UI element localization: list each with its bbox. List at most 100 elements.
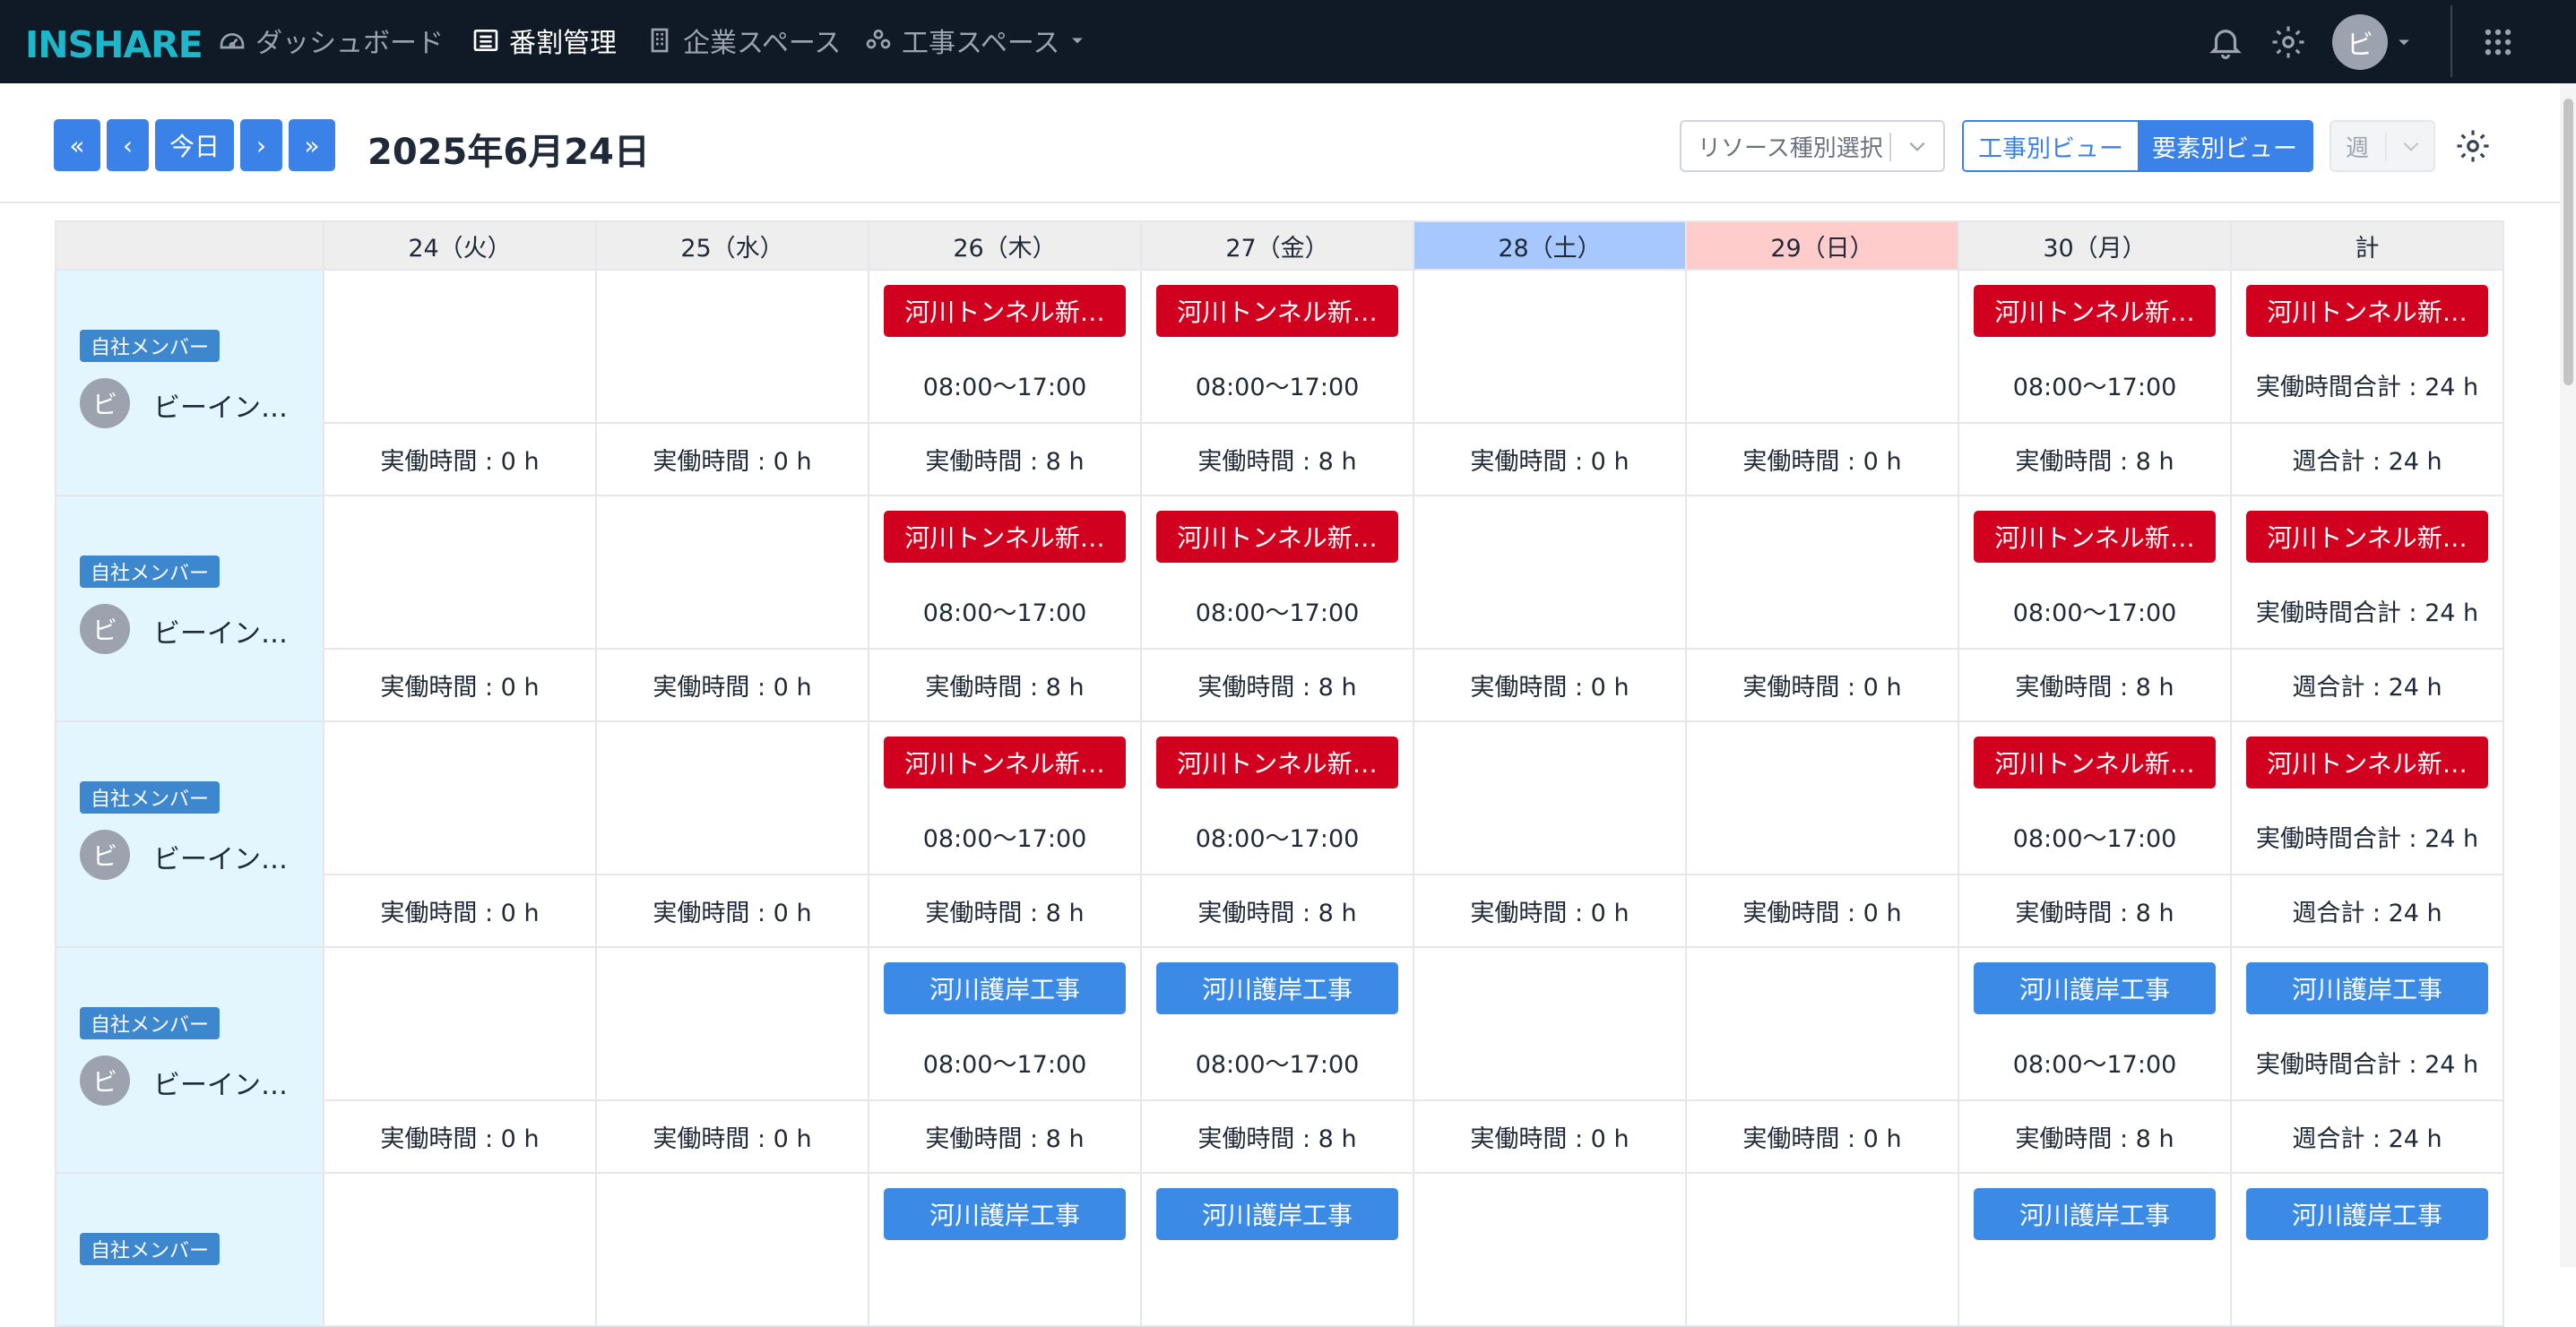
calendar-settings-button[interactable] (2454, 127, 2492, 168)
schedule-cell[interactable]: 河川護岸工事 (1140, 1172, 1414, 1327)
hours-cell: 実働時間 : 8 h (1958, 422, 2232, 496)
today-button[interactable]: 今日 (155, 119, 234, 171)
schedule-cell[interactable] (595, 495, 869, 650)
schedule-cell[interactable]: 河川護岸工事 08:00〜17:00 (868, 946, 1142, 1101)
assignment-tag[interactable]: 河川護岸工事 (884, 962, 1126, 1014)
assignment-tag[interactable]: 河川トンネル新… (2246, 737, 2488, 788)
schedule-cell[interactable]: 河川トンネル新… 08:00〜17:00 (1140, 720, 1414, 875)
member-type-badge: 自社メンバー (80, 1233, 220, 1265)
header-day: 30（月） (1958, 220, 2232, 271)
schedule-cell[interactable] (1685, 1172, 1959, 1327)
hours-cell: 実働時間 : 0 h (1413, 422, 1687, 496)
schedule-cell[interactable] (323, 946, 597, 1101)
schedule-cell[interactable]: 河川トンネル新… 08:00〜17:00 (1958, 720, 2232, 875)
hours-cell: 実働時間 : 0 h (595, 422, 869, 496)
hours-cell: 実働時間 : 0 h (1413, 648, 1687, 722)
shift-time: 08:00〜17:00 (1195, 825, 1360, 853)
assignment-tag[interactable]: 河川トンネル新… (1156, 285, 1398, 337)
schedule-cell[interactable] (595, 1172, 869, 1327)
schedule-cell[interactable]: 河川トンネル新… 08:00〜17:00 (868, 495, 1142, 650)
notification-button[interactable] (2207, 0, 2244, 83)
total-cell: 河川トンネル新… 実働時間合計 : 24 h (2230, 495, 2504, 650)
dashboard-icon (220, 33, 245, 49)
schedule-cell[interactable] (1413, 495, 1687, 650)
user-menu[interactable]: ビ (2332, 0, 2413, 83)
assignment-tag[interactable]: 河川護岸工事 (2246, 962, 2488, 1014)
schedule-cell[interactable] (1413, 720, 1687, 875)
element-view-button[interactable]: 要素別ビュー (2138, 122, 2312, 170)
total-cell: 河川護岸工事 実働時間合計 : 24 h (2230, 946, 2504, 1101)
assignment-tag[interactable]: 河川トンネル新… (884, 511, 1126, 563)
schedule-cell[interactable]: 河川トンネル新… 08:00〜17:00 (1140, 495, 1414, 650)
schedule-cell[interactable]: 河川護岸工事 (1958, 1172, 2232, 1327)
next-button[interactable]: › (240, 119, 282, 171)
assignment-tag[interactable]: 河川護岸工事 (1156, 962, 1398, 1014)
assignment-tag[interactable]: 河川トンネル新… (1974, 511, 2216, 563)
schedule-cell[interactable] (595, 269, 869, 424)
schedule-cell[interactable]: 河川トンネル新… 08:00〜17:00 (1958, 269, 2232, 424)
assignment-tag[interactable]: 河川トンネル新… (1156, 511, 1398, 563)
settings-button[interactable] (2269, 0, 2307, 83)
schedule-cell[interactable] (1413, 946, 1687, 1101)
assignment-tag[interactable]: 河川護岸工事 (1974, 962, 2216, 1014)
app-logo[interactable]: INSHARE (25, 23, 203, 66)
hours-cell: 実働時間 : 8 h (1140, 648, 1414, 722)
chevron-down-icon (2403, 142, 2419, 151)
schedule-cell[interactable] (1413, 269, 1687, 424)
schedule-cell[interactable] (323, 720, 597, 875)
schedule-cell[interactable] (1685, 720, 1959, 875)
hours-row: 実働時間 : 0 h 実働時間 : 0 h 実働時間 : 8 h 実働時間 : … (56, 1099, 2504, 1174)
schedule-cell[interactable]: 河川護岸工事 (868, 1172, 1142, 1327)
assignment-tag[interactable]: 河川護岸工事 (884, 1188, 1126, 1240)
schedule-cell[interactable] (595, 720, 869, 875)
table-row: 自社メンバー ビ ビーイン… 河川トンネル新… 08:00〜17:00 河川トンネ… (55, 269, 2504, 496)
assignment-tag[interactable]: 河川トンネル新… (1156, 737, 1398, 788)
nav-shift-management[interactable]: 番割管理 (471, 20, 617, 61)
first-page-button[interactable]: « (54, 119, 100, 171)
assignment-tag[interactable]: 河川トンネル新… (884, 737, 1126, 788)
assignment-tag[interactable]: 河川トンネル新… (1974, 285, 2216, 337)
assignment-tag[interactable]: 河川護岸工事 (2246, 1188, 2488, 1240)
schedule-cell[interactable] (1413, 1172, 1687, 1327)
vertical-scrollbar-thumb[interactable] (2563, 99, 2573, 385)
current-date: 2025年6月24日 (367, 132, 650, 173)
total-hours: 実働時間合計 : 24 h (2255, 599, 2479, 627)
member-cell[interactable]: 自社メンバー ビ ビーイン… (55, 720, 324, 948)
schedule-cell[interactable]: 河川トンネル新… 08:00〜17:00 (868, 720, 1142, 875)
schedule-cell[interactable] (595, 946, 869, 1101)
member-type-badge: 自社メンバー (80, 556, 220, 588)
schedule-cell[interactable] (323, 495, 597, 650)
schedule-cell[interactable] (1685, 946, 1959, 1101)
member-cell[interactable]: 自社メンバー ビ ビーイン… (55, 946, 324, 1174)
schedule-cell[interactable]: 河川護岸工事 08:00〜17:00 (1958, 946, 2232, 1101)
schedule-cell[interactable]: 河川護岸工事 08:00〜17:00 (1140, 946, 1414, 1101)
schedule-cell[interactable] (323, 1172, 597, 1327)
member-cell[interactable]: 自社メンバー ビ ビーイン… (55, 269, 324, 496)
resource-type-select[interactable]: リソース種別選択 (1680, 120, 1945, 172)
schedule-cell[interactable]: 河川トンネル新… 08:00〜17:00 (868, 269, 1142, 424)
hours-cell: 実働時間 : 0 h (1413, 1099, 1687, 1174)
schedule-grid: 24（火） 25（水） 26（木） 27（金） 28（土） 29（日） 30（月… (55, 220, 2504, 1327)
assignment-tag[interactable]: 河川トンネル新… (884, 285, 1126, 337)
schedule-cell[interactable] (1685, 269, 1959, 424)
member-cell[interactable]: 自社メンバー (55, 1172, 324, 1327)
project-view-button[interactable]: 工事別ビュー (1964, 122, 2138, 170)
assignment-tag[interactable]: 河川護岸工事 (1974, 1188, 2216, 1240)
apps-menu-button[interactable] (2481, 0, 2515, 83)
assignment-tag[interactable]: 河川トンネル新… (2246, 285, 2488, 337)
hours-cell: 実働時間 : 8 h (1140, 422, 1414, 496)
assignment-tag[interactable]: 河川護岸工事 (1156, 1188, 1398, 1240)
last-page-button[interactable]: » (289, 119, 335, 171)
prev-button[interactable]: ‹ (107, 119, 149, 171)
nav-construction-space[interactable]: 工事スペース (864, 20, 1086, 61)
period-select[interactable]: 週 (2330, 120, 2435, 172)
member-cell[interactable]: 自社メンバー ビ ビーイン… (55, 495, 324, 722)
schedule-cell[interactable]: 河川トンネル新… 08:00〜17:00 (1140, 269, 1414, 424)
assignment-tag[interactable]: 河川トンネル新… (2246, 511, 2488, 563)
schedule-cell[interactable] (1685, 495, 1959, 650)
schedule-cell[interactable]: 河川トンネル新… 08:00〜17:00 (1958, 495, 2232, 650)
assignment-tag[interactable]: 河川トンネル新… (1974, 737, 2216, 788)
nav-company-space[interactable]: 企業スペース (645, 20, 841, 61)
schedule-cell[interactable] (323, 269, 597, 424)
nav-dashboard[interactable]: ダッシュボード (218, 20, 444, 61)
